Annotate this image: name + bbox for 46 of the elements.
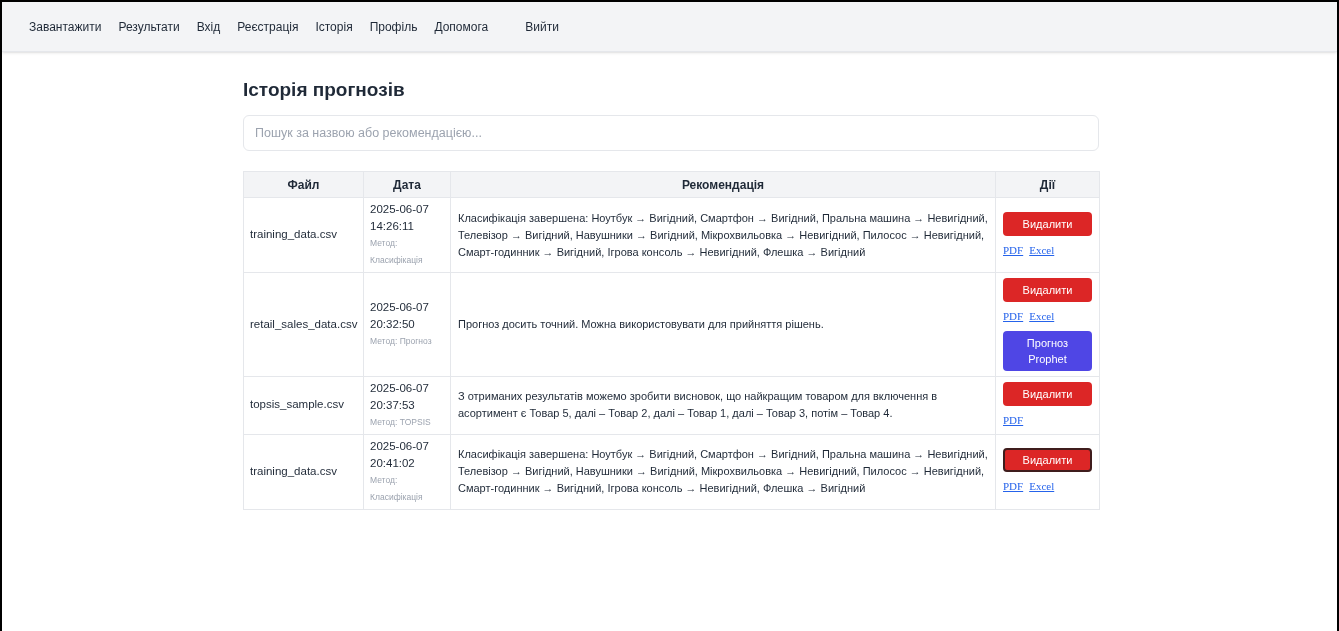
recommendation-cell: Класифікація завершена: Ноутбук → Вигідний, Смартфон → Вигідний, Пральна машина → Невигідний, Телевізор → Вигідний, Навушники → Вигідний, Мікрохвильовка → Невигідний, Пилосос → Невигідний, Смарт-годинник → Вигідний, Ігрова консоль → Невигідний, Флешка → Вигідний xyxy=(450,434,996,509)
delete-button[interactable]: Видалити xyxy=(1003,278,1092,302)
time-text: 14:26:11 xyxy=(370,219,415,234)
nav-link[interactable]: Реєстрація xyxy=(237,17,299,36)
delete-button[interactable]: Видалити xyxy=(1003,448,1092,473)
search-field[interactable]: Пошук за назвою або рекомендацією... xyxy=(243,115,1099,151)
date-text: 2025-06-07 xyxy=(370,202,430,217)
date-text: 2025-06-07 xyxy=(370,380,430,396)
nav-link[interactable]: Завантажити xyxy=(29,17,102,36)
nav-link[interactable]: Профіль xyxy=(369,17,418,36)
method-text: Метод: Класифікація xyxy=(370,237,424,267)
nav-link[interactable]: Вийти xyxy=(525,17,559,36)
download-link[interactable]: Excel xyxy=(1029,478,1055,495)
delete-button[interactable]: Видалити xyxy=(1003,211,1092,236)
recommendation-cell: Класифікація завершена: Ноутбук → Вигідний, Смартфон → Вигідний, Пральна машина → Невигідний, Телевізор → Вигідний, Навушники → Вигідний, Мікрохвильовка → Невигідний, Пилосос → Невигідний, Смарт-годинник → Вигідний, Ігрова консоль → Невигідний, Флешка → Вигідний xyxy=(450,197,996,273)
time-text: 20:37:53 xyxy=(370,397,416,413)
file-name: training_data.csv xyxy=(250,228,337,241)
recommendation-cell: Прогноз досить точний. Можна використовувати для прийняття рішень. xyxy=(450,272,996,376)
time-text: 20:41:02 xyxy=(370,455,416,471)
nav-link[interactable]: Результати xyxy=(118,17,180,36)
column-header: Дата xyxy=(363,171,451,198)
download-link[interactable]: Excel xyxy=(1029,241,1055,259)
time-text: 20:32:50 xyxy=(370,316,416,332)
method-text: Метод: Класифікація xyxy=(370,473,424,504)
method-text: Метод: Прогноз xyxy=(370,334,433,348)
nav-link[interactable]: Вхід xyxy=(196,17,221,36)
date-text: 2025-06-07 xyxy=(370,299,430,315)
download-link[interactable]: PDF xyxy=(1003,478,1024,495)
nav-link[interactable]: Допомога xyxy=(434,17,489,36)
download-link[interactable]: PDF xyxy=(1003,411,1024,429)
delete-button[interactable]: Видалити xyxy=(1003,381,1092,406)
method-text: Метод: TOPSIS xyxy=(370,415,432,429)
forecast-button[interactable]: Прогноз Prophet xyxy=(1003,330,1092,371)
column-header: Дії xyxy=(995,171,1100,198)
file-name: training_data.csv xyxy=(250,464,337,477)
download-link[interactable]: Excel xyxy=(1029,308,1055,325)
download-link[interactable]: PDF xyxy=(1003,308,1024,325)
recommendation-cell: З отриманих результатів можемо зробити висновок, що найкращим товаром для включення в асортимент є Товар 5, далі – Товар 2, далі – Товар 1, далі – Товар 3, потім – Товар 4. xyxy=(450,376,996,434)
download-link[interactable]: PDF xyxy=(1003,241,1024,259)
file-name: topsis_sample.csv xyxy=(250,398,344,411)
file-name: retail_sales_data.csv xyxy=(250,317,358,330)
page-title: Історія прогнозів xyxy=(243,78,406,102)
column-header: Файл xyxy=(243,171,364,198)
nav-link[interactable]: Історія xyxy=(315,17,353,36)
column-header: Рекомендація xyxy=(450,171,996,198)
date-text: 2025-06-07 xyxy=(370,438,430,454)
